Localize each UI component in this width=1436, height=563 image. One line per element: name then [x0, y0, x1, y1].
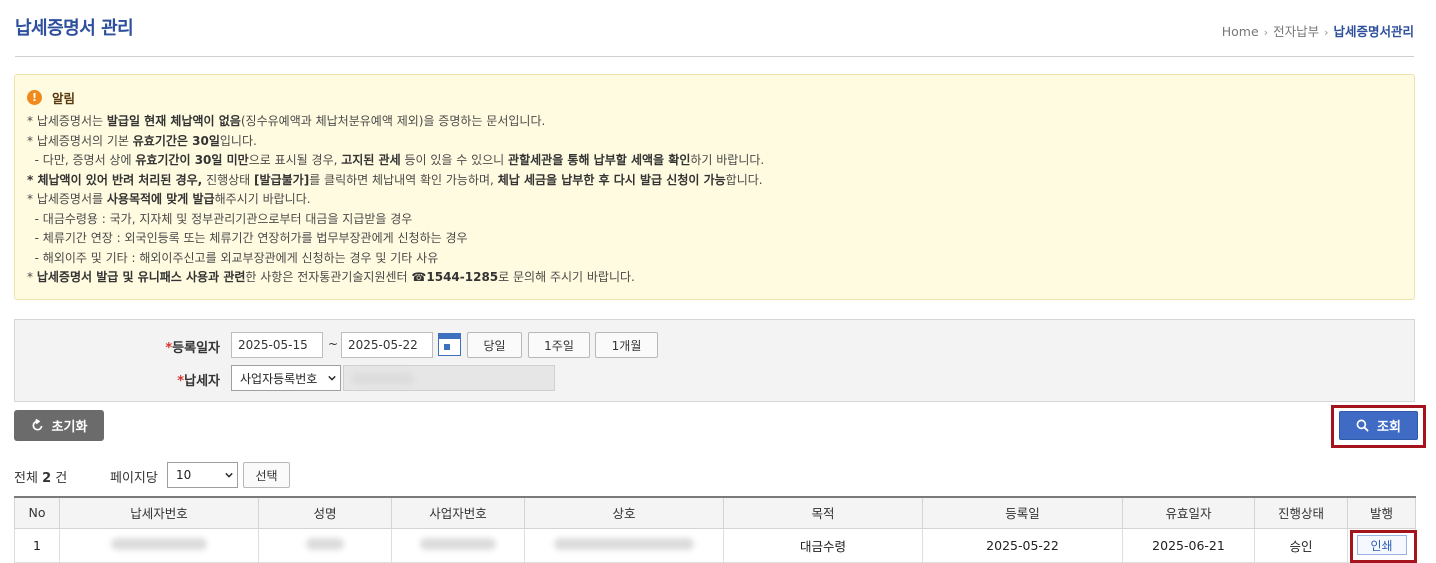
end-date-input[interactable]: 2025-05-22 — [341, 332, 433, 358]
chevron-right-icon: › — [1324, 26, 1329, 39]
cell-name — [258, 527, 392, 563]
col-header: 목적 — [723, 496, 923, 529]
notice-line: * 납세증명서의 기본 유효기간은 30일입니다. — [27, 133, 257, 148]
col-header: 등록일 — [922, 496, 1123, 529]
cell-purpose: 대금수령 — [723, 527, 923, 563]
result-table: No 납세자번호 성명 사업자번호 상호 목적 등록일 유효일자 진행상태 발행… — [14, 496, 1416, 563]
per-page-label: 페이지당 — [110, 471, 158, 486]
notice-lines: * 납세증명서는 발급일 현재 체납액이 없음(징수유예액과 체납처분유예액 제… — [27, 112, 1414, 288]
cell-company — [524, 527, 724, 563]
cell-taxpayer-no — [59, 527, 259, 563]
highlight-frame-print — [1350, 530, 1417, 563]
notice-title-text: 알림 — [52, 91, 76, 106]
taxpayer-number-input[interactable] — [343, 365, 555, 391]
taxpayer-type-select[interactable]: 사업자등록번호 — [231, 365, 341, 391]
notice-title: ! 알림 — [27, 88, 1414, 107]
taxpayer-label: *납세자 — [177, 374, 220, 389]
notice-line: - 해외이주 및 기타 : 해외이주신고를 외교부장관에게 신청하는 경우 및 … — [27, 250, 439, 265]
notice-line: - 체류기간 연장 : 외국인등록 또는 체류기간 연장허가를 법무부장관에게 … — [27, 231, 468, 245]
refresh-icon — [32, 419, 43, 431]
search-button[interactable]: 조회 — [1339, 411, 1418, 440]
notice-line: * 체납액이 있어 반려 처리된 경우, 진행상태 [발급불가]를 클릭하면 체… — [27, 172, 763, 187]
cell-business-no — [391, 527, 525, 563]
per-page-select[interactable]: 10 — [167, 462, 238, 488]
notice-line: - 대금수령용 : 국가, 지자체 및 정부관리기관으로부터 대금을 지급받을 … — [27, 211, 413, 226]
page-title: 납세증명서 관리 — [15, 18, 134, 39]
col-header: 사업자번호 — [391, 496, 525, 529]
chevron-right-icon: › — [1263, 26, 1269, 39]
exclamation-icon: ! — [27, 90, 42, 105]
start-date-input[interactable]: 2025-05-15 — [231, 332, 323, 358]
col-header: No — [14, 496, 60, 529]
one-month-button[interactable]: 1개월 — [595, 332, 658, 358]
today-button[interactable]: 당일 — [467, 332, 522, 358]
notice-line: * 납세증명서는 발급일 현재 체납액이 없음(징수유예액과 체납처분유예액 제… — [27, 114, 546, 128]
breadcrumb-home[interactable]: Home — [1222, 24, 1259, 39]
breadcrumb-electronic-payment[interactable]: 전자납부 — [1273, 24, 1319, 39]
cell-no: 1 — [14, 527, 60, 563]
table-header-row: No 납세자번호 성명 사업자번호 상호 목적 등록일 유효일자 진행상태 발행 — [14, 496, 1416, 529]
notice-line: - 다만, 증명서 상에 유효기간이 30일 미만으로 표시될 경우, 고지된 … — [27, 153, 765, 167]
calendar-icon[interactable] — [438, 333, 461, 356]
col-header: 진행상태 — [1254, 496, 1348, 529]
cell-reg-date: 2025-05-22 — [922, 527, 1123, 563]
notice-line: * 납세증명서를 사용목적에 맞게 발급해주시기 바랍니다. — [27, 192, 311, 206]
chevron-down-icon — [328, 375, 336, 381]
select-button[interactable]: 선택 — [243, 462, 290, 488]
notice-box: ! 알림 * 납세증명서는 발급일 현재 체납액이 없음(징수유예액과 체납처분… — [14, 74, 1415, 300]
masked-value — [352, 373, 414, 384]
page-header: 납세증명서 관리 Home › 전자납부 › 납세증명서관리 — [15, 12, 1414, 57]
col-header: 성명 — [258, 496, 392, 529]
col-header: 납세자번호 — [59, 496, 259, 529]
date-label: *등록일자 — [165, 341, 220, 356]
breadcrumb-current: 납세증명서관리 — [1333, 24, 1414, 39]
search-panel: *등록일자 2025-05-15 ~ 2025-05-22 당일 1주일 1개월… — [14, 319, 1415, 402]
reset-button[interactable]: 초기화 — [14, 410, 104, 441]
breadcrumb: Home › 전자납부 › 납세증명서관리 — [1222, 21, 1414, 40]
notice-line: * 납세증명서 발급 및 유니패스 사용과 관련한 사항은 전자통관기술지원센터… — [27, 270, 635, 284]
date-range-tilde: ~ — [328, 337, 339, 351]
one-week-button[interactable]: 1주일 — [528, 332, 590, 358]
cell-valid-date: 2025-06-21 — [1122, 527, 1255, 563]
col-header: 유효일자 — [1122, 496, 1255, 529]
chevron-down-icon — [225, 472, 233, 478]
table-row[interactable]: 1 대금수령 2025-05-22 2025-06-21 승인 인쇄 — [14, 527, 1416, 563]
cell-status: 승인 — [1254, 527, 1348, 563]
col-header: 상호 — [524, 496, 724, 529]
search-icon — [1356, 419, 1369, 432]
total-count: 전체 2 건 — [14, 471, 68, 486]
col-header: 발행 — [1347, 496, 1416, 529]
